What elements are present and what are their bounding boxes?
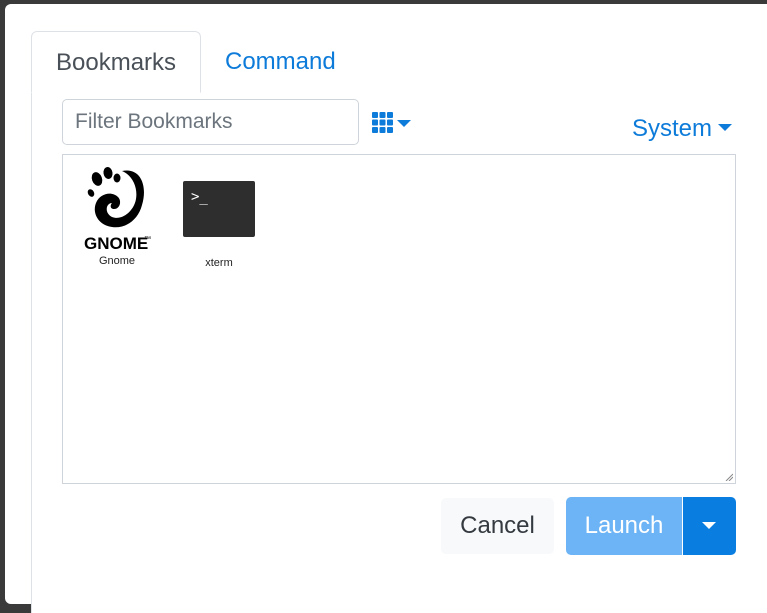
bookmark-gnome[interactable]: GNOME ™ Gnome bbox=[77, 165, 157, 267]
gnome-logo-trademark: ™ bbox=[144, 236, 151, 243]
gnome-logo-icon: GNOME ™ bbox=[84, 167, 151, 253]
grid-icon bbox=[372, 112, 393, 133]
view-mode-dropdown[interactable] bbox=[372, 112, 416, 134]
bookmark-list: GNOME ™ Gnome >_ xterm bbox=[62, 154, 736, 484]
category-dropdown[interactable]: System bbox=[632, 114, 733, 144]
bookmark-label: xterm bbox=[205, 257, 233, 269]
chevron-down-icon bbox=[718, 124, 733, 132]
resize-handle-icon[interactable] bbox=[725, 473, 733, 481]
category-dropdown-label: System bbox=[632, 115, 713, 142]
bookmark-label: Gnome bbox=[98, 255, 136, 267]
chevron-down-icon bbox=[702, 522, 716, 529]
tab-bookmarks[interactable]: Bookmarks bbox=[31, 31, 201, 93]
filter-bookmarks-input[interactable] bbox=[62, 99, 359, 145]
dialog-tabs: Bookmarks Command bbox=[31, 31, 767, 94]
terminal-icon: >_ bbox=[183, 181, 255, 237]
launch-button-group: Launch bbox=[566, 497, 736, 555]
cancel-button[interactable]: Cancel bbox=[441, 498, 554, 554]
terminal-prompt: >_ bbox=[191, 189, 208, 205]
tab-command[interactable]: Command bbox=[201, 31, 360, 92]
gnome-logo-text: GNOME bbox=[84, 234, 148, 253]
chevron-down-icon bbox=[397, 120, 411, 127]
launch-button[interactable]: Launch bbox=[566, 497, 682, 555]
launch-options-toggle[interactable] bbox=[683, 497, 736, 555]
bookmark-xterm[interactable]: >_ xterm bbox=[179, 165, 259, 269]
